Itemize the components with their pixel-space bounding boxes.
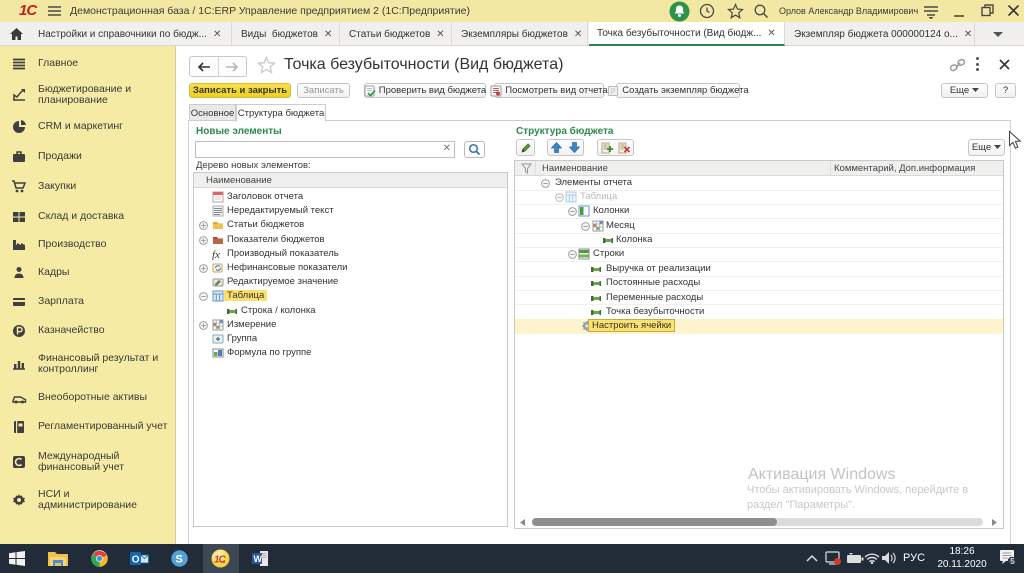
- svg-text:W: W: [254, 554, 263, 564]
- svg-text:5: 5: [1010, 557, 1015, 565]
- svg-text:O: O: [132, 555, 140, 566]
- svg-text:S: S: [176, 554, 183, 566]
- svg-text:1С: 1С: [214, 555, 227, 566]
- svg-text:fx: fx: [212, 249, 220, 260]
